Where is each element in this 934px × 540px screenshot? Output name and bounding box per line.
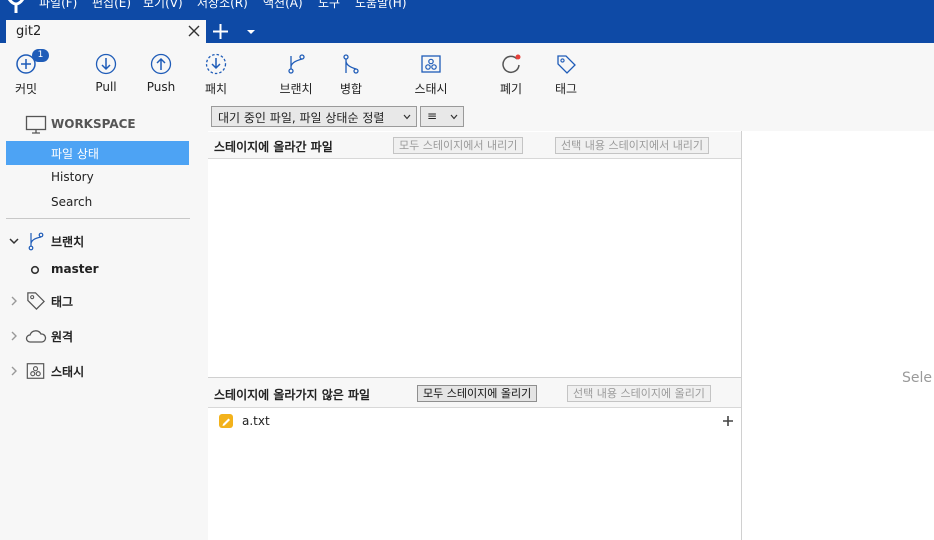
stash-icon bbox=[421, 55, 441, 73]
merge-button[interactable]: 병합 bbox=[326, 53, 376, 99]
file-name: a.txt bbox=[242, 414, 270, 428]
tag-icon bbox=[27, 292, 45, 310]
menu-repository[interactable]: 저장소(R) bbox=[197, 0, 248, 11]
branch-icon bbox=[288, 54, 305, 74]
list-view-icon: ≡ bbox=[427, 109, 438, 123]
chevron-down-icon bbox=[450, 114, 458, 120]
commit-count-badge: 1 bbox=[32, 49, 49, 62]
stage-all-button[interactable]: 모두 스테이지에 올리기 bbox=[417, 385, 538, 402]
sort-select[interactable]: 대기 중인 파일, 파일 상태순 정렬 bbox=[211, 106, 417, 127]
sidebar-item-label: Search bbox=[51, 195, 93, 209]
menu-view[interactable]: 보기(V) bbox=[143, 0, 183, 11]
sidebar-stashes-header[interactable]: 스태시 bbox=[0, 359, 190, 383]
menu-tools[interactable]: 도구 bbox=[318, 0, 340, 11]
modified-file-icon bbox=[219, 414, 233, 428]
file-list-options: 대기 중인 파일, 파일 상태순 정렬 ≡ bbox=[208, 103, 934, 131]
chevron-down-icon[interactable] bbox=[9, 236, 19, 246]
unstaged-panel-header: 스테이지에 올라가지 않은 파일 모두 스테이지에 올리기 선택 내용 스테이지… bbox=[208, 378, 741, 408]
monitor-icon bbox=[25, 115, 47, 134]
sidebar-item-file-status[interactable]: 파일 상태 bbox=[6, 141, 189, 165]
commit-button[interactable]: 1 커밋 bbox=[1, 49, 51, 99]
app-logo-icon bbox=[7, 0, 25, 13]
tag-label: 태그 bbox=[554, 82, 578, 96]
push-icon bbox=[150, 53, 172, 75]
diff-pane-placeholder: Sele bbox=[902, 370, 933, 386]
discard-icon bbox=[502, 54, 521, 74]
sidebar-item-history[interactable]: History bbox=[0, 166, 190, 190]
branch-button[interactable]: 브랜치 bbox=[271, 53, 321, 99]
staged-files-panel: 스테이지에 올라간 파일 모두 스테이지에서 내리기 선택 내용 스테이지에서 … bbox=[208, 132, 741, 378]
discard-button[interactable]: 폐기 bbox=[486, 53, 536, 99]
stash-button[interactable]: 스태시 bbox=[406, 53, 456, 99]
push-label: Push bbox=[146, 80, 176, 94]
stashes-label: 스태시 bbox=[51, 365, 85, 379]
tab-label: git2 bbox=[16, 24, 42, 39]
toolbar: 1 커밋 Pull Push 패치 브랜치 병합 스태시 폐기 태그 bbox=[0, 43, 934, 103]
sidebar-item-label: History bbox=[51, 170, 94, 184]
workspace-label: WORKSPACE bbox=[51, 117, 136, 131]
menu-file[interactable]: 파일(F) bbox=[39, 0, 77, 11]
discard-label: 폐기 bbox=[499, 82, 523, 96]
branch-name-label: master bbox=[51, 262, 99, 276]
chevron-down-icon bbox=[403, 114, 411, 120]
branch-icon bbox=[28, 232, 44, 251]
file-row[interactable]: a.txt bbox=[208, 411, 741, 433]
unstage-selected-button[interactable]: 선택 내용 스테이지에서 내리기 bbox=[555, 137, 710, 154]
pull-label: Pull bbox=[95, 80, 117, 94]
cloud-icon bbox=[25, 330, 47, 343]
diff-pane: Sele bbox=[742, 131, 934, 540]
tag-icon bbox=[557, 55, 576, 74]
remotes-label: 원격 bbox=[51, 330, 74, 344]
stage-selected-button[interactable]: 선택 내용 스테이지에 올리기 bbox=[567, 385, 711, 402]
sidebar: WORKSPACE 파일 상태 History Search 브랜치 maste… bbox=[0, 103, 208, 540]
close-icon[interactable] bbox=[187, 24, 201, 38]
unstaged-files-panel: 스테이지에 올라가지 않은 파일 모두 스테이지에 올리기 선택 내용 스테이지… bbox=[208, 378, 741, 540]
main-area: 대기 중인 파일, 파일 상태순 정렬 ≡ 스테이지에 올라간 파일 모두 스테… bbox=[208, 103, 934, 540]
branches-label: 브랜치 bbox=[51, 235, 85, 249]
sort-select-value: 대기 중인 파일, 파일 상태순 정렬 bbox=[218, 111, 385, 125]
view-mode-select[interactable]: ≡ bbox=[420, 106, 464, 127]
tag-button[interactable]: 태그 bbox=[541, 53, 591, 99]
patch-label: 패치 bbox=[204, 82, 228, 96]
staged-panel-header: 스테이지에 올라간 파일 모두 스테이지에서 내리기 선택 내용 스테이지에서 … bbox=[208, 132, 741, 159]
menu-edit[interactable]: 편집(E) bbox=[92, 0, 131, 11]
menu-bar: 파일(F) 편집(E) 보기(V) 저장소(R) 액션(A) 도구 도움말(H) bbox=[0, 0, 934, 20]
sidebar-tags-header[interactable]: 태그 bbox=[0, 289, 190, 313]
chevron-right-icon[interactable] bbox=[9, 331, 19, 341]
pull-icon bbox=[95, 53, 117, 75]
sidebar-workspace-header: WORKSPACE bbox=[0, 113, 190, 137]
chevron-right-icon[interactable] bbox=[9, 366, 19, 376]
pull-button[interactable]: Pull bbox=[81, 53, 131, 99]
sidebar-remotes-header[interactable]: 원격 bbox=[0, 324, 190, 348]
commit-label: 커밋 bbox=[14, 82, 38, 96]
sidebar-item-search[interactable]: Search bbox=[0, 191, 190, 215]
branch-label: 브랜치 bbox=[279, 82, 313, 96]
unstage-all-button[interactable]: 모두 스테이지에서 내리기 bbox=[393, 137, 524, 154]
patch-icon bbox=[205, 53, 227, 75]
unstaged-panel-title: 스테이지에 올라가지 않은 파일 bbox=[214, 388, 371, 402]
menu-actions[interactable]: 액션(A) bbox=[263, 0, 303, 11]
patch-button[interactable]: 패치 bbox=[191, 53, 241, 99]
tags-label: 태그 bbox=[51, 295, 74, 309]
merge-icon bbox=[343, 54, 359, 74]
current-branch-icon bbox=[30, 265, 40, 275]
tab-git2[interactable]: git2 bbox=[6, 20, 206, 43]
push-button[interactable]: Push bbox=[136, 53, 186, 99]
sidebar-branches-header[interactable]: 브랜치 bbox=[0, 229, 190, 253]
sidebar-branch-master[interactable]: master bbox=[0, 258, 190, 282]
sidebar-divider bbox=[6, 218, 190, 219]
stash-label: 스태시 bbox=[414, 82, 448, 96]
chevron-right-icon[interactable] bbox=[9, 296, 19, 306]
stash-icon bbox=[26, 363, 45, 379]
plus-icon[interactable] bbox=[212, 23, 229, 40]
merge-label: 병합 bbox=[339, 82, 363, 96]
chevron-down-icon[interactable] bbox=[246, 27, 256, 37]
sourcetree-window: 파일(F) 편집(E) 보기(V) 저장소(R) 액션(A) 도구 도움말(H)… bbox=[0, 0, 934, 540]
stage-file-plus-icon[interactable] bbox=[721, 414, 735, 428]
staged-panel-title: 스테이지에 올라간 파일 bbox=[214, 140, 333, 154]
tab-bar: git2 bbox=[0, 20, 934, 43]
menu-help[interactable]: 도움말(H) bbox=[355, 0, 407, 11]
sidebar-item-label: 파일 상태 bbox=[51, 147, 99, 161]
